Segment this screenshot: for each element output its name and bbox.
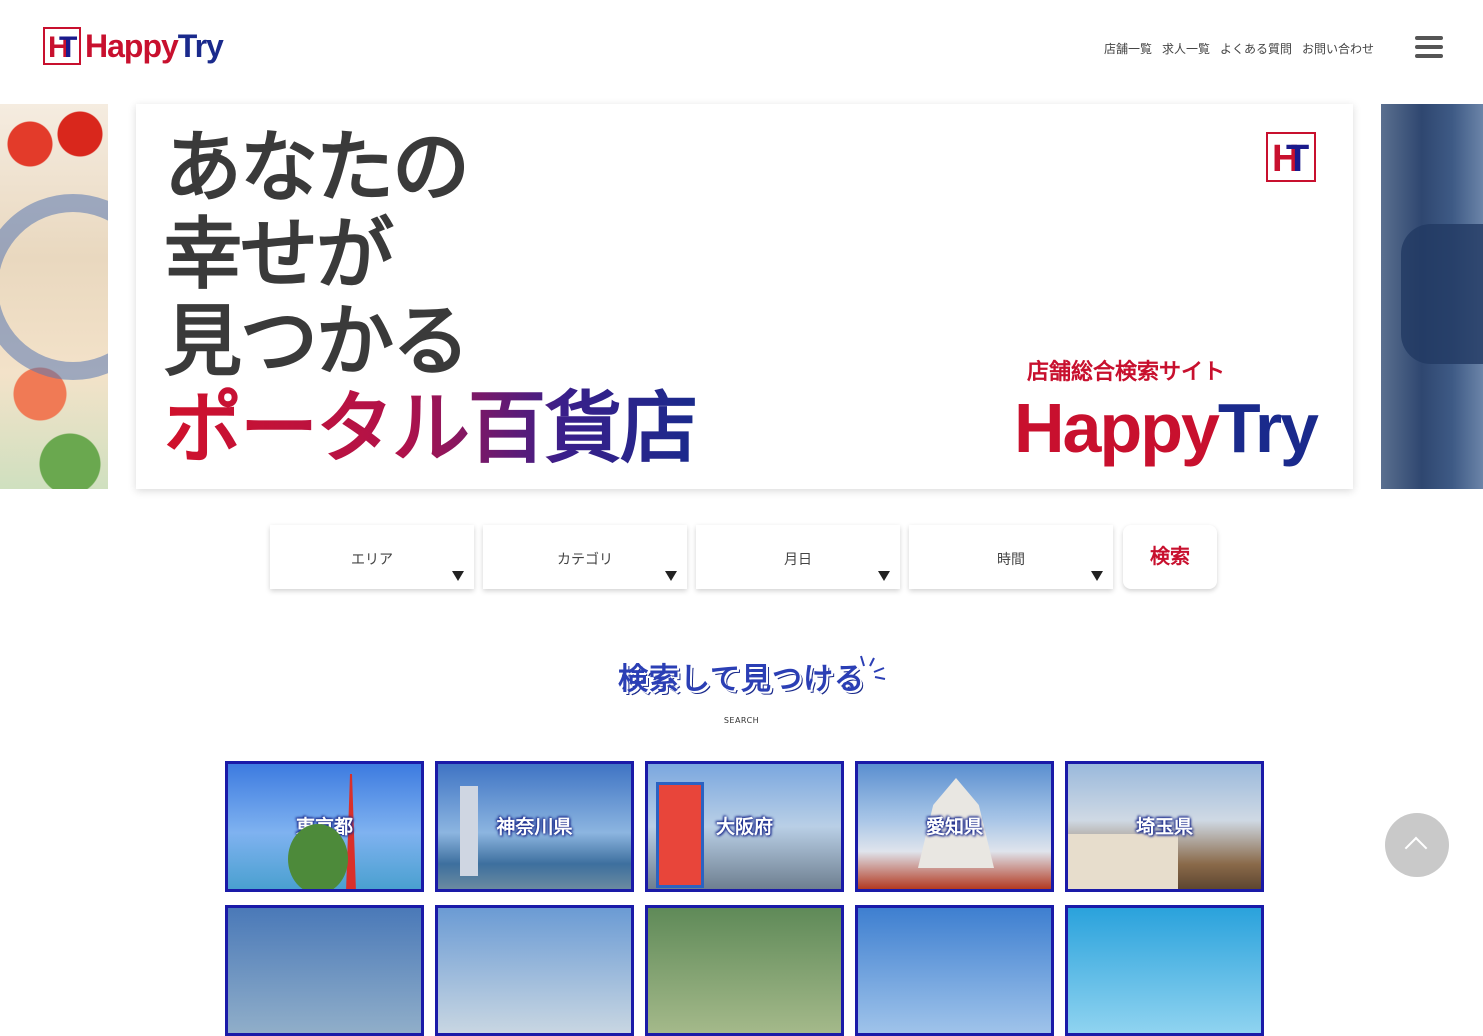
- nav-job-list[interactable]: 求人一覧: [1162, 40, 1210, 57]
- hero-mark-t: T: [1286, 138, 1310, 180]
- hero-subtitle: 店舗総合検索サイト: [1026, 359, 1225, 384]
- prefecture-name: 埼玉県: [1135, 817, 1193, 838]
- site-logo[interactable]: H T HappyTry: [43, 27, 224, 65]
- logo-text-try: Try: [177, 28, 224, 64]
- dropdown-arrow-icon: [665, 571, 677, 581]
- hamburger-line: [1415, 45, 1443, 49]
- time-select-label: 時間: [997, 552, 1025, 568]
- catch-line-4: ポータル百貨店: [164, 384, 698, 472]
- logo-mark-icon: H T: [43, 27, 81, 65]
- prefecture-tile[interactable]: [225, 905, 424, 1036]
- hamburger-line: [1415, 36, 1443, 40]
- hamburger-line: [1415, 54, 1443, 58]
- dropdown-arrow-icon: [452, 571, 464, 581]
- prefecture-tile-aichi[interactable]: 愛知県: [855, 761, 1054, 892]
- section-title: 検索して見つける: [617, 663, 866, 696]
- catch-line-3: 見つかる: [164, 297, 470, 385]
- prefecture-tile[interactable]: [435, 905, 634, 1036]
- dropdown-arrow-icon: [878, 571, 890, 581]
- logo-text: HappyTry: [85, 27, 224, 65]
- prefecture-name: 神奈川県: [496, 817, 573, 838]
- prefecture-tile[interactable]: [855, 905, 1054, 1036]
- date-select-label: 月日: [784, 552, 812, 568]
- nav-store-list[interactable]: 店舗一覧: [1104, 40, 1152, 57]
- catch-line-2: 幸せが: [164, 210, 394, 298]
- prefecture-tile[interactable]: [1065, 905, 1264, 1036]
- hamburger-menu-icon[interactable]: [1415, 36, 1443, 58]
- time-select[interactable]: 時間: [909, 525, 1113, 589]
- hero-logo-mark-icon: H T: [1266, 132, 1316, 182]
- prefecture-tile-osaka[interactable]: 大阪府: [645, 761, 844, 892]
- hero-slide-prev-image[interactable]: [0, 104, 108, 489]
- scroll-to-top-button[interactable]: [1385, 813, 1449, 877]
- area-select-label: エリア: [351, 552, 393, 568]
- nav-faq[interactable]: よくある質問: [1220, 40, 1292, 57]
- section-heading: 検索して見つける SEARCH: [0, 655, 1483, 725]
- search-bar: エリア カテゴリ 月日 時間 検索: [270, 525, 1217, 589]
- dropdown-arrow-icon: [1091, 571, 1103, 581]
- nav-contact[interactable]: お問い合わせ: [1302, 40, 1374, 57]
- category-select-label: カテゴリ: [557, 552, 613, 568]
- prefecture-tile-tokyo[interactable]: 東京都: [225, 761, 424, 892]
- section-subtitle: SEARCH: [723, 716, 760, 725]
- hero-brand-logo: HappyTry: [1013, 388, 1319, 468]
- prefecture-grid: 東京都 神奈川県 大阪府 愛知県 埼玉県: [225, 761, 1264, 1036]
- prefecture-name: 愛知県: [925, 817, 983, 838]
- global-nav: 店舗一覧 求人一覧 よくある質問 お問い合わせ: [1104, 40, 1374, 57]
- prefecture-name: 大阪府: [715, 817, 773, 838]
- prefecture-tile[interactable]: [645, 905, 844, 1036]
- date-select[interactable]: 月日: [696, 525, 900, 589]
- logo-text-happy: Happy: [85, 28, 179, 64]
- prefecture-tile-kanagawa[interactable]: 神奈川県: [435, 761, 634, 892]
- area-select[interactable]: エリア: [270, 525, 474, 589]
- hero-catchcopy: あなたの 幸せが 見つかる ポータル百貨店: [164, 123, 698, 472]
- prefecture-tile-saitama[interactable]: 埼玉県: [1065, 761, 1264, 892]
- hero-banner[interactable]: あなたの 幸せが 見つかる ポータル百貨店 H T 店舗総合検索サイト Happ…: [136, 104, 1353, 489]
- logo-mark-t: T: [59, 31, 78, 64]
- sparkle-icon: [860, 655, 886, 680]
- catch-line-1: あなたの: [164, 123, 470, 211]
- hero-slide-next-image[interactable]: [1381, 104, 1483, 489]
- hero-brand-try: Try: [1217, 389, 1319, 467]
- search-button[interactable]: 検索: [1123, 525, 1217, 589]
- prefecture-name: 東京都: [295, 817, 353, 838]
- category-select[interactable]: カテゴリ: [483, 525, 687, 589]
- hero-brand-happy: Happy: [1013, 389, 1220, 467]
